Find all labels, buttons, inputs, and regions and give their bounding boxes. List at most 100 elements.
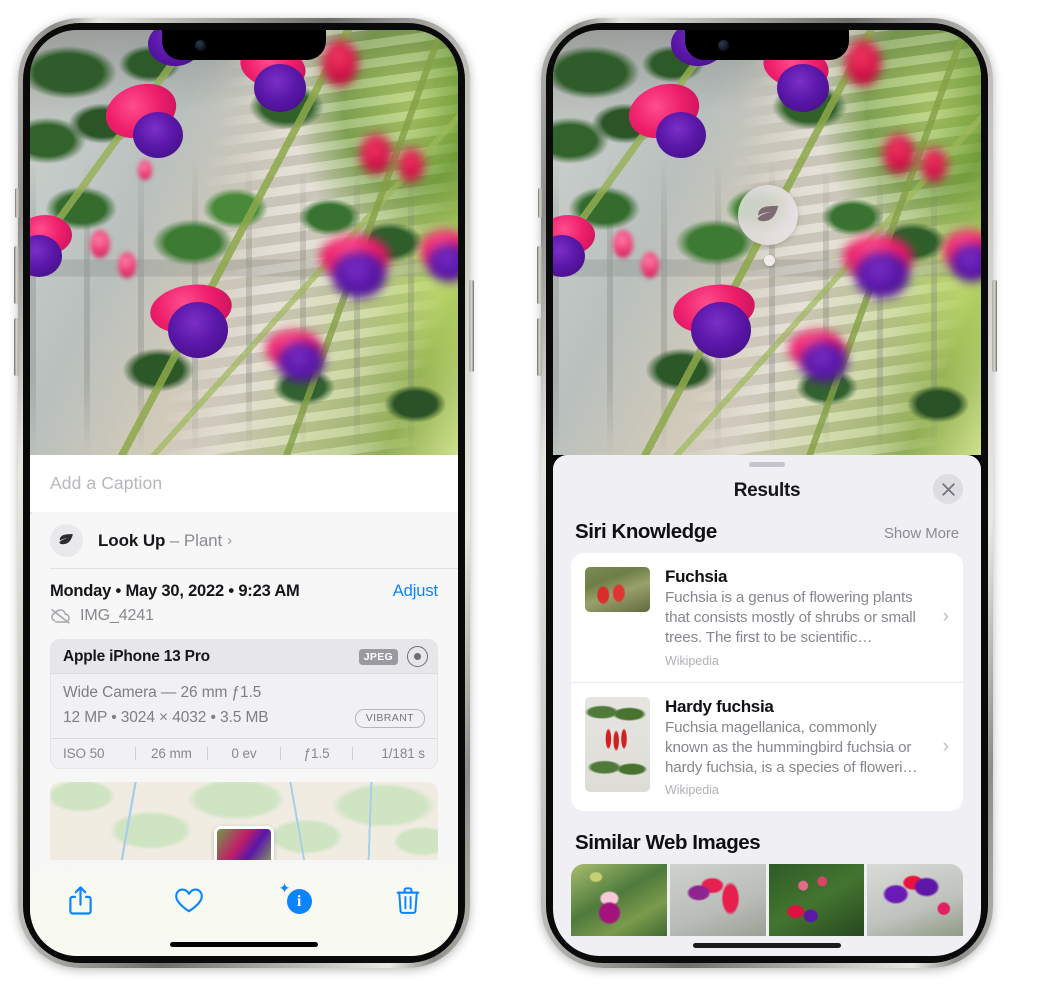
show-more-button[interactable]: Show More [884,525,959,542]
close-icon [941,482,955,496]
trash-icon [396,886,420,915]
location-map[interactable] [50,782,438,861]
camera-body: Wide Camera — 26 mm ƒ1.5 12 MP • 3024 × … [51,674,437,738]
date-text: Monday • May 30, 2022 • 9:23 AM [50,582,300,600]
mute-switch[interactable] [15,188,19,218]
photo-bloom [332,252,386,298]
look-up-dash: – [165,530,184,550]
photo-bud [90,230,110,258]
side-power-button[interactable] [469,280,474,372]
lens-line: Wide Camera — 26 mm ƒ1.5 [63,684,262,701]
photo-bloom [278,342,324,382]
close-button[interactable] [933,474,963,504]
similar-web-images-strip[interactable] [553,864,981,937]
exif-iso: ISO 50 [63,746,105,762]
photo-bloom [855,252,909,298]
iphone-left: Add a Caption ✦ ✦ Look Up – Plant › M [14,18,474,968]
volume-down-button[interactable] [537,318,542,376]
photo-bud [845,40,881,86]
camera-header: Apple iPhone 13 Pro JPEG [51,640,437,674]
photo-bud [398,148,424,182]
photo-bud [641,252,659,278]
front-camera [195,40,206,51]
photo-bud [883,134,915,174]
visual-look-up-badge[interactable] [738,185,798,266]
result-source: Wikipedia [665,653,719,668]
photo-bloom [801,342,847,382]
caption-placeholder: Add a Caption [50,473,163,493]
photo-bud [360,134,392,174]
web-image-thumbnail[interactable] [571,864,667,937]
delete-button[interactable] [386,880,430,920]
favorite-button[interactable] [167,880,211,920]
photo-info-sheet: Add a Caption ✦ ✦ Look Up – Plant › M [30,455,458,956]
share-icon [68,885,93,916]
photo-bloom [777,64,829,112]
page-title: Results [733,480,801,501]
notch [162,30,326,60]
result-thumbnail [585,696,650,792]
exif-aperture: ƒ1.5 [303,746,330,762]
screen-left: Add a Caption ✦ ✦ Look Up – Plant › M [30,30,458,956]
share-button[interactable] [58,880,102,920]
format-badge: JPEG [358,648,398,665]
side-power-button[interactable] [992,280,997,372]
specs-line: 12 MP • 3024 × 4032 • 3.5 MB [63,709,269,727]
result-thumbnail [585,567,650,612]
web-image-thumbnail[interactable] [768,864,865,937]
cloud-slash-icon [50,608,71,624]
siri-knowledge-card: Fuchsia Fuchsia is a genus of flowering … [571,553,963,812]
photo-bud [322,40,358,86]
look-up-subject: Plant [183,530,223,550]
result-source: Wikipedia [665,783,719,798]
list-item[interactable]: Hardy fuchsia Fuchsia magellanica, commo… [571,681,963,812]
photo-bloom [656,112,706,158]
mute-switch[interactable] [538,188,542,218]
look-up-row[interactable]: ✦ ✦ Look Up – Plant › [30,507,458,569]
filename-text: IMG_4241 [80,607,154,624]
camera-device-name: Apple iPhone 13 Pro [63,647,210,665]
map-photo-pin[interactable] [214,826,274,861]
heart-icon [174,887,204,914]
notch [685,30,849,60]
caption-field[interactable]: Add a Caption [30,455,458,512]
leaf-icon [738,185,798,245]
list-item[interactable]: Fuchsia Fuchsia is a genus of flowering … [571,553,963,682]
info-icon: i [286,889,312,914]
chevron-right-icon: › [942,735,949,757]
result-title: Fuchsia [665,567,728,586]
chevron-right-icon: › [942,606,949,628]
camera-info-card: Apple iPhone 13 Pro JPEG Wide Camera — 2… [50,639,438,770]
similar-web-images-header: Similar Web Images [553,811,981,864]
iphone-right: Results Siri Knowledge Show More Fuchsia [537,18,997,968]
volume-up-button[interactable] [537,246,542,304]
web-image-thumbnail[interactable] [669,864,766,937]
adjust-button[interactable]: Adjust [393,582,438,601]
volume-up-button[interactable] [14,246,19,304]
volume-down-button[interactable] [14,318,19,376]
divider [50,568,458,569]
home-indicator[interactable] [693,943,841,948]
photo-viewer[interactable] [553,30,981,455]
photo-metadata: Monday • May 30, 2022 • 9:23 AM Adjust I… [30,569,458,625]
photo-bloom [691,302,751,358]
section-title: Similar Web Images [575,831,761,855]
info-button[interactable]: ✦ i [277,880,321,920]
section-title: Siri Knowledge [575,520,717,543]
photo-bloom [168,302,228,358]
aperture-icon[interactable] [407,646,428,667]
photo-bloom [254,64,306,112]
exif-shutter: 1/181 s [381,746,425,762]
result-description: Fuchsia magellanica, commonly known as t… [665,718,918,777]
front-camera [718,40,729,51]
sparkle-icon: ✦ [30,507,34,523]
result-title: Hardy fuchsia [665,696,774,716]
web-image-thumbnail[interactable] [867,864,963,937]
photo-viewer[interactable] [30,30,458,455]
photo-bud [118,252,136,278]
photo-bloom [133,112,183,158]
siri-knowledge-header: Siri Knowledge Show More [553,515,981,553]
photographic-style-badge: VIBRANT [354,708,425,728]
exif-ev: 0 ev [231,746,257,762]
home-indicator[interactable] [170,942,318,947]
